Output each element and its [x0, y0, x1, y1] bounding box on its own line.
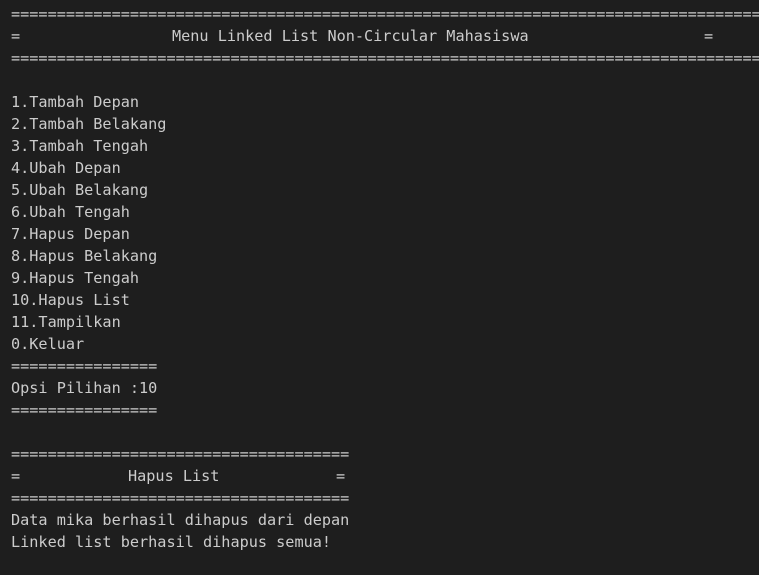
- menu-list: 1.Tambah Depan 2.Tambah Belakang 3.Tamba…: [11, 91, 751, 355]
- menu-item: 6.Ubah Tengah: [11, 203, 130, 221]
- section-left-edge: =: [11, 467, 21, 485]
- header-separator-bottom: ========================================…: [11, 49, 759, 67]
- header-right-edge: =: [704, 27, 714, 45]
- prompt-separator-top: ================: [11, 357, 158, 375]
- output-message: Data mika berhasil dihapus dari depan: [11, 511, 350, 529]
- section-right-edge: =: [336, 467, 346, 485]
- menu-item: 8.Hapus Belakang: [11, 247, 158, 265]
- menu-item: 3.Tambah Tengah: [11, 137, 149, 155]
- section-title: Hapus List: [128, 467, 220, 485]
- menu-item: 0.Keluar: [11, 335, 85, 353]
- section-separator-top: =====================================: [11, 445, 350, 463]
- menu-item: 7.Hapus Depan: [11, 225, 130, 243]
- menu-item: 4.Ubah Depan: [11, 159, 121, 177]
- section-separator-bottom: =====================================: [11, 489, 350, 507]
- option-prompt[interactable]: Opsi Pilihan :10: [11, 377, 751, 399]
- terminal-output: ========================================…: [11, 3, 759, 553]
- menu-item: 2.Tambah Belakang: [11, 115, 167, 133]
- menu-item: 11.Tampilkan: [11, 313, 121, 331]
- header-left-edge: =: [11, 27, 21, 45]
- menu-item: 9.Hapus Tengah: [11, 269, 140, 287]
- menu-item: 5.Ubah Belakang: [11, 181, 149, 199]
- menu-item: 10.Hapus List: [11, 291, 130, 309]
- menu-item: 1.Tambah Depan: [11, 93, 140, 111]
- prompt-separator-bottom: ================: [11, 401, 158, 419]
- header-separator-top: ========================================…: [11, 5, 759, 23]
- output-message: Linked list berhasil dihapus semua!: [11, 533, 332, 551]
- page-title: Menu Linked List Non-Circular Mahasiswa: [172, 27, 529, 45]
- section-title-row: = Hapus List =: [11, 465, 751, 487]
- header-title-row: = Menu Linked List Non-Circular Mahasisw…: [11, 25, 751, 47]
